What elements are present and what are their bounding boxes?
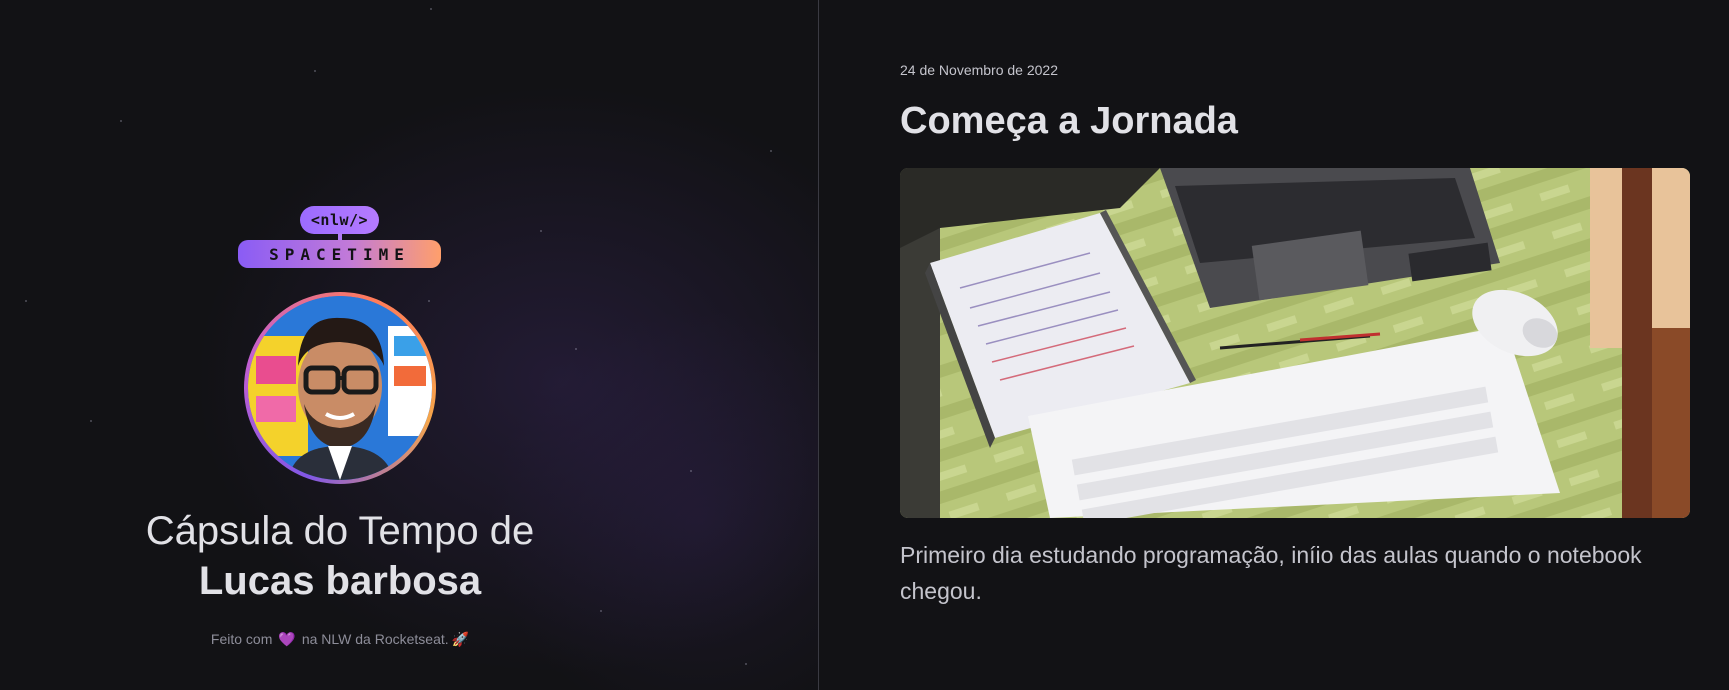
user-name: Lucas barbosa xyxy=(198,559,482,603)
memory-description: Primeiro dia estudando programação, iníi… xyxy=(900,542,1642,604)
user-photo-icon xyxy=(248,296,432,480)
footer-credit: Feito com 💜 na NLW da Rocketseat. 🚀 xyxy=(0,631,680,648)
title-prefix: Cápsula do Tempo de xyxy=(145,509,535,553)
footer-prefix: Feito com xyxy=(210,631,273,647)
desk-photo-icon xyxy=(900,168,1690,518)
logo-spacetime-badge: SPACETIME xyxy=(238,240,441,268)
rocket-icon: 🚀 xyxy=(451,631,470,647)
memory-title: Começa a Jornada xyxy=(900,100,1238,142)
profile-content: <nlw/> SPACETIME Cápsula do Tempo de Luc… xyxy=(0,0,680,690)
app-root: <nlw/> SPACETIME Cápsula do Tempo de Luc… xyxy=(0,0,1729,690)
memory-date: 24 de Novembro de 2022 xyxy=(900,62,1058,78)
memory-photo xyxy=(900,168,1690,518)
footer-suffix: na NLW da Rocketseat. xyxy=(301,631,449,647)
heart-icon: 💜 xyxy=(278,631,296,647)
avatar xyxy=(244,292,436,484)
page-title: Cápsula do Tempo de Lucas barbosa xyxy=(0,506,680,606)
profile-panel: <nlw/> SPACETIME Cápsula do Tempo de Luc… xyxy=(0,0,819,690)
logo-nlw-badge: <nlw/> xyxy=(300,206,379,234)
memory-panel: 24 de Novembro de 2022 Começa a Jornada xyxy=(819,0,1729,690)
nlw-spacetime-logo: <nlw/> SPACETIME xyxy=(238,206,441,268)
